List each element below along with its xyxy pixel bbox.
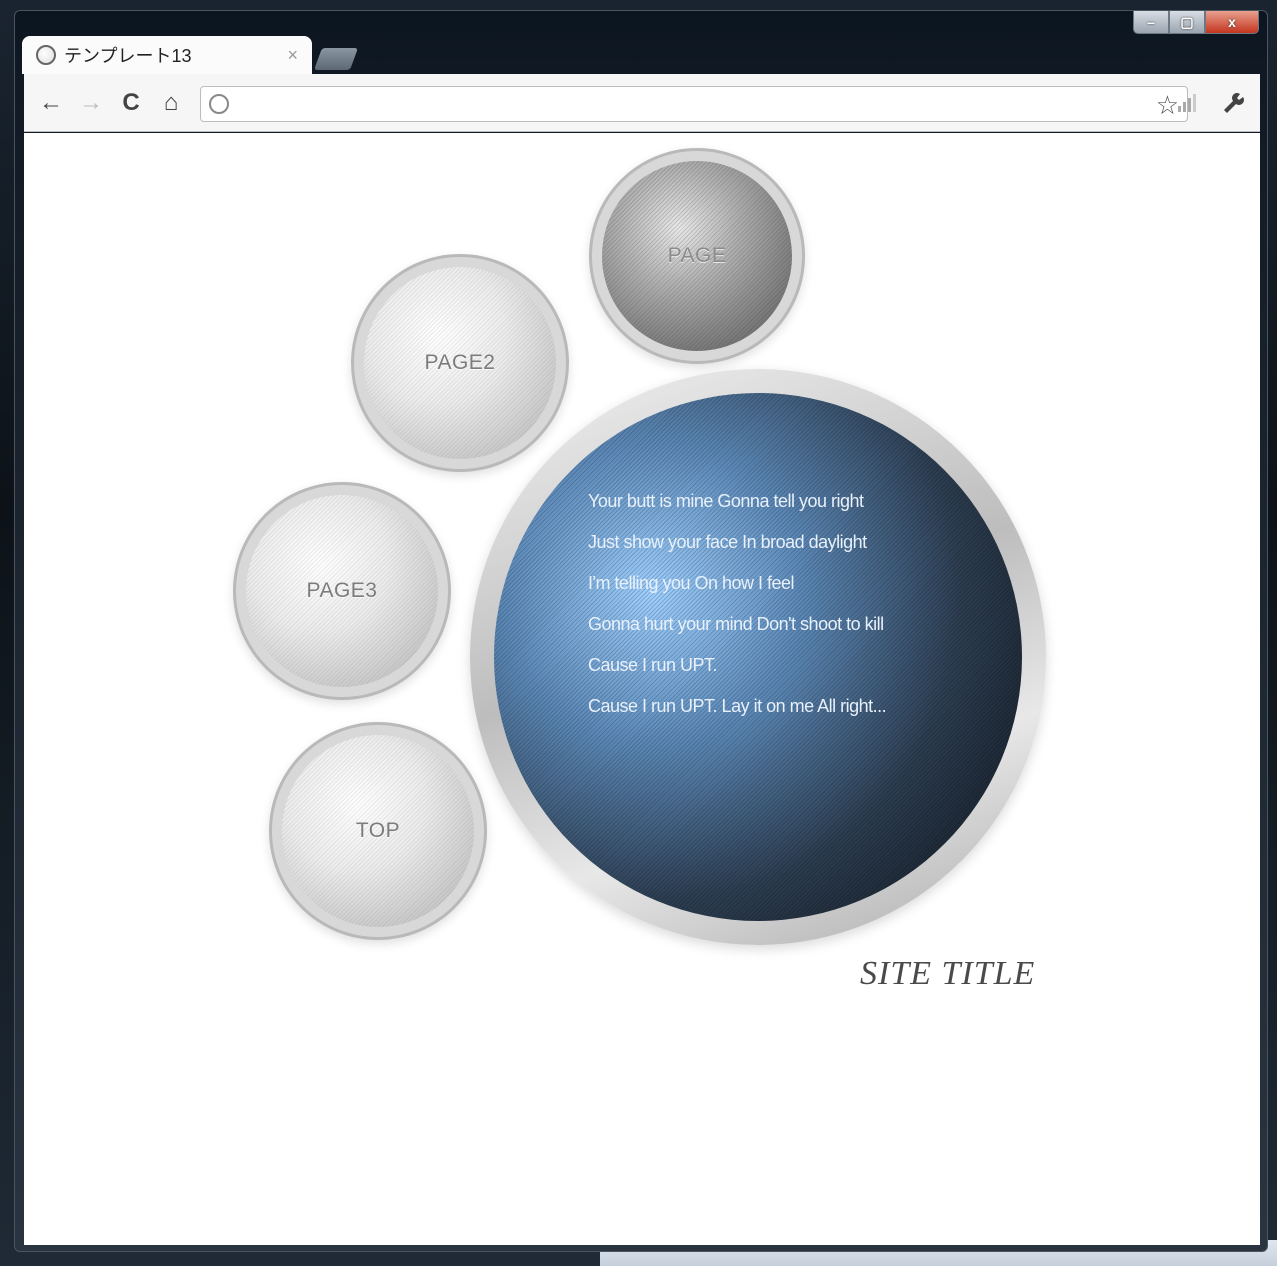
content-line: Cause I run UPT. — [588, 655, 718, 675]
browser-tab[interactable]: テンプレート13 × — [22, 36, 312, 74]
nav-bubble-page2[interactable]: PAGE2 — [364, 267, 556, 459]
nav-label: TOP — [355, 819, 401, 842]
maximize-button[interactable]: ▢ — [1169, 11, 1205, 34]
site-title[interactable]: SITE TITLE — [860, 955, 1035, 993]
page-viewport: PAGE PAGE2 PAGE3 TOP Your butt is mine G… — [24, 133, 1260, 1245]
reload-icon[interactable]: C — [116, 88, 146, 118]
close-window-button[interactable]: x — [1205, 11, 1259, 34]
back-icon[interactable]: ← — [36, 88, 66, 118]
browser-toolbar: ← → C ⌂ ☆ — [24, 74, 1260, 132]
nav-label: PAGE3 — [306, 579, 378, 602]
wrench-icon[interactable] — [1218, 88, 1248, 118]
tab-title: テンプレート13 — [64, 46, 192, 66]
content-line: Your butt is mine Gonna tell you right — [588, 491, 864, 511]
address-bar[interactable]: ☆ — [200, 86, 1188, 122]
nav-label: PAGE2 — [424, 351, 496, 374]
window-controls: – ▢ x — [1133, 11, 1259, 34]
globe-icon — [36, 45, 56, 65]
content-panel: Your butt is mine Gonna tell you right J… — [494, 393, 1022, 921]
home-icon[interactable]: ⌂ — [156, 88, 186, 118]
content-line: Cause I run UPT. Lay it on me All right.… — [588, 696, 887, 716]
nav-bubble-top[interactable]: TOP — [282, 735, 474, 927]
content-line: Gonna hurt your mind Don't shoot to kill — [588, 614, 884, 634]
content-circle: Your butt is mine Gonna tell you right J… — [470, 369, 1046, 945]
forward-icon[interactable]: → — [76, 88, 106, 118]
minimize-button[interactable]: – — [1133, 11, 1169, 34]
content-line: Just show your face In broad daylight — [588, 532, 867, 552]
signal-icon[interactable] — [1178, 94, 1198, 112]
content-text: Your butt is mine Gonna tell you right J… — [588, 481, 988, 727]
content-line: I'm telling you On how I feel — [588, 573, 795, 593]
nav-label: PAGE — [667, 244, 727, 267]
nav-bubble-page3[interactable]: PAGE3 — [246, 495, 438, 687]
nav-bubble-page[interactable]: PAGE — [602, 161, 792, 351]
bookmark-star-icon[interactable]: ☆ — [1156, 90, 1179, 121]
url-input[interactable] — [237, 91, 1121, 119]
tab-close-icon[interactable]: × — [287, 45, 298, 66]
page-icon — [209, 94, 229, 114]
